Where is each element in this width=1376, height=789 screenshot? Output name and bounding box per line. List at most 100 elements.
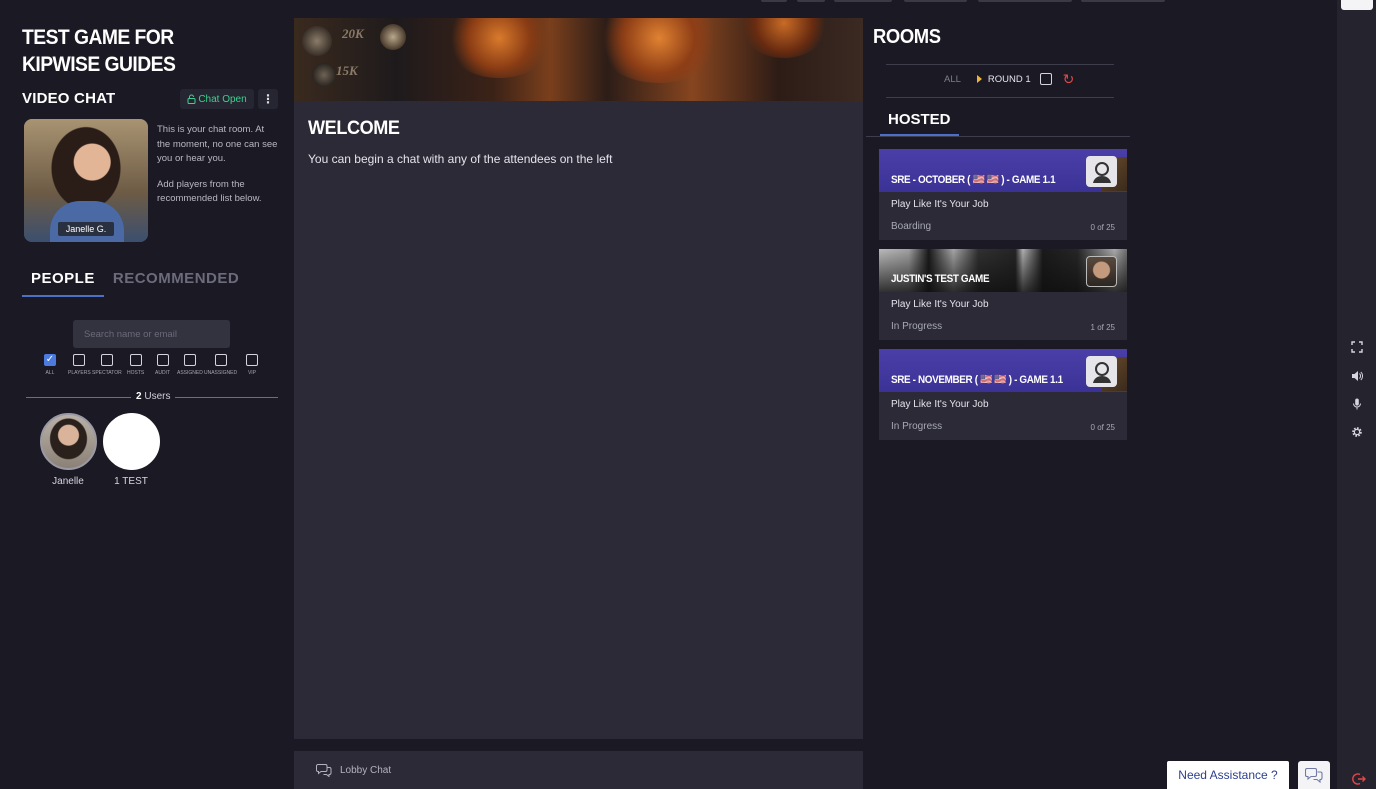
microphone-icon[interactable] (1337, 398, 1376, 410)
filter-label: VIP (247, 370, 257, 376)
tab-recommended[interactable]: RECOMMENDED (104, 270, 248, 297)
person-placeholder-icon (1092, 161, 1111, 183)
filter-label: PLAYERS (68, 370, 91, 376)
filter-all[interactable]: ✓ ALL (44, 354, 56, 376)
room-name: SRE - NOVEMBER ( 🇺🇸 🇺🇸 ) - GAME 1.1 (891, 374, 1063, 386)
microphone-glyph (1352, 398, 1361, 410)
checkbox[interactable] (156, 354, 169, 366)
banner-bumper (302, 26, 332, 56)
checkbox-checked-icon[interactable]: ✓ (44, 354, 56, 366)
chat-bubbles-icon (316, 764, 332, 777)
left-panel: TEST GAME FOR KIPWISE GUIDES VIDEO CHAT … (0, 0, 290, 789)
banner-light (594, 18, 724, 83)
filter-unassigned[interactable]: UNASSIGNED (204, 354, 237, 376)
search-input[interactable] (73, 320, 230, 348)
filter-players[interactable]: PLAYERS (68, 354, 91, 376)
user-1-test[interactable]: 1 TEST (101, 413, 161, 487)
hosted-divider (866, 136, 1130, 137)
top-tab[interactable] (904, 0, 967, 2)
chat-bubbles-icon (1305, 767, 1323, 783)
top-tab[interactable] (761, 0, 787, 2)
room-subtitle: Play Like It's Your Job (891, 199, 989, 210)
filter-label: AUDIT (155, 370, 170, 376)
checkbox[interactable] (214, 354, 227, 366)
room-name: JUSTIN'S TEST GAME (891, 273, 990, 285)
host-avatar (1086, 256, 1117, 287)
filter-label: SPECTATOR (92, 370, 122, 376)
avatar[interactable] (39, 413, 97, 470)
rooms-divider (886, 64, 1114, 65)
lobby-chat-bar[interactable]: Lobby Chat (294, 751, 863, 789)
avatar[interactable] (102, 413, 160, 470)
chat-open-button[interactable]: Chat Open (180, 89, 254, 109)
checkbox[interactable] (183, 354, 196, 366)
filter-audit[interactable]: AUDIT (155, 354, 170, 376)
exit-icon[interactable] (1352, 772, 1366, 786)
refresh-icon[interactable]: ↻ (1063, 72, 1075, 86)
filter-all-rounds[interactable]: ALL (944, 74, 961, 85)
banner-light (739, 18, 829, 58)
users-count: 2 Users (131, 391, 176, 402)
filter-label: UNASSIGNED (204, 370, 238, 376)
video-chat-info: This is your chat room. At the moment, n… (157, 123, 279, 218)
room-card[interactable]: JUSTIN'S TEST GAME Play Like It's Your J… (879, 249, 1127, 340)
speaker-glyph (1351, 371, 1363, 381)
room-status: Boarding (891, 221, 932, 232)
room-subtitle: Play Like It's Your Job (891, 299, 989, 310)
banner-bumper (312, 63, 336, 87)
more-options-button[interactable]: ⋮ (258, 89, 278, 109)
game-title: TEST GAME FOR KIPWISE GUIDES (22, 26, 176, 76)
lobby-chat-label: Lobby Chat (340, 764, 392, 776)
chat-open-label: Chat Open (198, 93, 247, 105)
filter-spectator[interactable]: SPECTATOR (92, 354, 122, 376)
speaker-icon[interactable] (1337, 370, 1376, 382)
gear-glyph (1351, 427, 1362, 437)
pinball-banner-image: 20K 15K (294, 18, 863, 101)
banner-text: 15K (336, 63, 358, 78)
tab-people[interactable]: PEOPLE (22, 270, 104, 297)
welcome-panel: 20K 15K WELCOME You can begin a chat wit… (294, 18, 863, 739)
top-tab[interactable] (1081, 0, 1165, 2)
fullscreen-icon[interactable] (1337, 341, 1376, 353)
top-tab[interactable] (797, 0, 825, 2)
room-card[interactable]: SRE - NOVEMBER ( 🇺🇸 🇺🇸 ) - GAME 1.1 Play… (879, 349, 1127, 440)
self-video-tile: Janelle G. (24, 119, 148, 242)
top-tab[interactable] (834, 0, 892, 2)
banner-bumper (380, 24, 406, 50)
video-chat-info-line2: Add players from the recommended list be… (157, 178, 262, 205)
checkbox[interactable] (129, 354, 142, 366)
welcome-title: WELCOME (308, 118, 400, 139)
checkbox[interactable] (246, 354, 258, 366)
round-filter-row: ALL ROUND 1 ↻ (944, 72, 1075, 86)
kebab-icon: ⋮ (262, 92, 274, 106)
checkbox[interactable] (73, 354, 86, 366)
chat-launcher-button[interactable] (1298, 761, 1330, 789)
users-count-number: 2 (136, 391, 142, 402)
filter-assigned[interactable]: ASSIGNED (177, 354, 203, 376)
round-label[interactable]: ROUND 1 (988, 74, 1031, 85)
rooms-title: ROOMS (873, 26, 941, 48)
filter-vip[interactable]: VIP (246, 354, 258, 376)
video-chat-title: VIDEO CHAT (22, 90, 116, 107)
room-card[interactable]: SRE - OCTOBER ( 🇺🇸 🇺🇸 ) - GAME 1.1 Play … (879, 149, 1127, 240)
settings-icon[interactable] (1337, 426, 1376, 438)
tab-hosted[interactable]: HOSTED (880, 111, 959, 136)
filter-label: ASSIGNED (177, 370, 203, 376)
room-status: In Progress (891, 321, 943, 332)
user-name: Janelle (52, 476, 84, 487)
video-tile-name: Janelle G. (58, 222, 114, 236)
fullscreen-glyph (1350, 341, 1363, 353)
room-count: 0 of 25 (1090, 223, 1115, 232)
filter-hosts[interactable]: HOSTS (127, 354, 144, 376)
users-count-label: Users (144, 391, 171, 402)
caret-right-icon[interactable] (976, 75, 982, 83)
role-filters: ✓ ALL PLAYERS SPECTATOR HOSTS AUDIT ASSI… (40, 354, 270, 384)
checkbox[interactable] (100, 354, 113, 366)
rail-top-button[interactable] (1341, 0, 1373, 10)
top-tab[interactable] (978, 0, 1072, 2)
round-checkbox[interactable] (1039, 73, 1052, 85)
filter-label: ALL (45, 370, 55, 376)
user-janelle[interactable]: Janelle (38, 413, 98, 487)
need-assistance-button[interactable]: Need Assistance ? (1167, 761, 1289, 789)
room-count: 0 of 25 (1090, 423, 1115, 432)
